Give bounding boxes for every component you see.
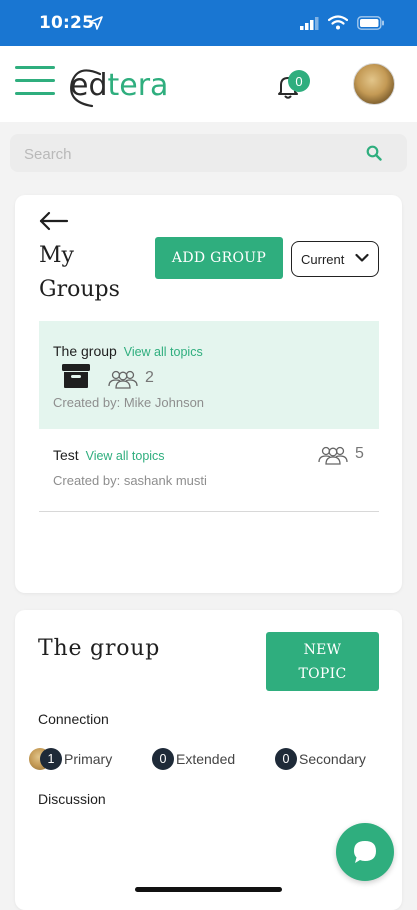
people-icon	[318, 446, 348, 465]
home-indicator	[135, 887, 282, 892]
view-all-topics-link[interactable]: View all topics	[124, 345, 203, 359]
logo-text-tera: tera	[107, 68, 169, 103]
group-name: The group	[53, 343, 117, 359]
discussion-label: Discussion	[38, 791, 106, 807]
connection-type-label: Secondary	[299, 751, 366, 767]
connection-secondary[interactable]: 0 Secondary	[275, 747, 366, 771]
new-topic-label-line2: TOPIC	[298, 665, 347, 682]
member-count: 2	[145, 369, 154, 386]
connection-count: 0	[275, 748, 297, 770]
chevron-down-icon	[355, 253, 369, 262]
search-bar	[10, 134, 407, 174]
group-name: Test	[53, 447, 79, 463]
archive-icon[interactable]	[61, 363, 91, 389]
member-count: 5	[355, 445, 364, 462]
app-header: edtera 0	[0, 46, 417, 122]
chat-icon	[354, 841, 376, 863]
group-detail-title: The group	[38, 636, 161, 661]
search-icon[interactable]	[366, 145, 382, 161]
signal-icon	[300, 17, 319, 30]
new-topic-label-line1: NEW	[303, 641, 342, 658]
back-arrow-icon[interactable]	[39, 211, 69, 231]
notification-badge: 0	[288, 70, 310, 92]
wifi-icon	[328, 15, 348, 30]
view-all-topics-link[interactable]: View all topics	[86, 449, 165, 463]
connection-primary[interactable]: 1 Primary	[29, 747, 112, 771]
group-filter-value: Current	[301, 251, 345, 267]
group-list-item[interactable]: Test View all topics 5 Created by: sasha…	[39, 431, 379, 512]
menu-icon[interactable]	[15, 66, 55, 96]
my-groups-card: My Groups ADD GROUP Current The group Vi…	[15, 195, 402, 593]
chat-button[interactable]	[336, 823, 394, 881]
created-by: Created by: Mike Johnson	[53, 395, 205, 410]
connection-type-label: Primary	[64, 751, 113, 767]
avatar[interactable]	[353, 63, 395, 105]
add-group-button[interactable]: ADD GROUP	[155, 237, 283, 279]
connection-label: Connection	[38, 711, 109, 727]
connection-count: 1	[40, 748, 62, 770]
search-input[interactable]	[22, 134, 346, 174]
created-by: Created by: sashank musti	[53, 473, 207, 488]
battery-icon	[357, 16, 384, 30]
group-list-item[interactable]: The group View all topics 2 Created by: …	[39, 321, 379, 429]
connection-type-label: Extended	[176, 751, 236, 767]
group-filter-select[interactable]: Current	[291, 241, 379, 277]
connection-count: 0	[152, 748, 174, 770]
people-icon	[108, 370, 138, 389]
new-topic-button[interactable]: NEW TOPIC	[266, 632, 379, 691]
location-arrow-icon	[89, 16, 103, 30]
status-bar: 10:25	[0, 0, 417, 46]
connection-extended[interactable]: 0 Extended	[152, 747, 235, 771]
status-time: 10:25	[39, 13, 95, 33]
logo-text-ed: ed	[70, 68, 108, 103]
page-title: My Groups	[39, 243, 120, 302]
